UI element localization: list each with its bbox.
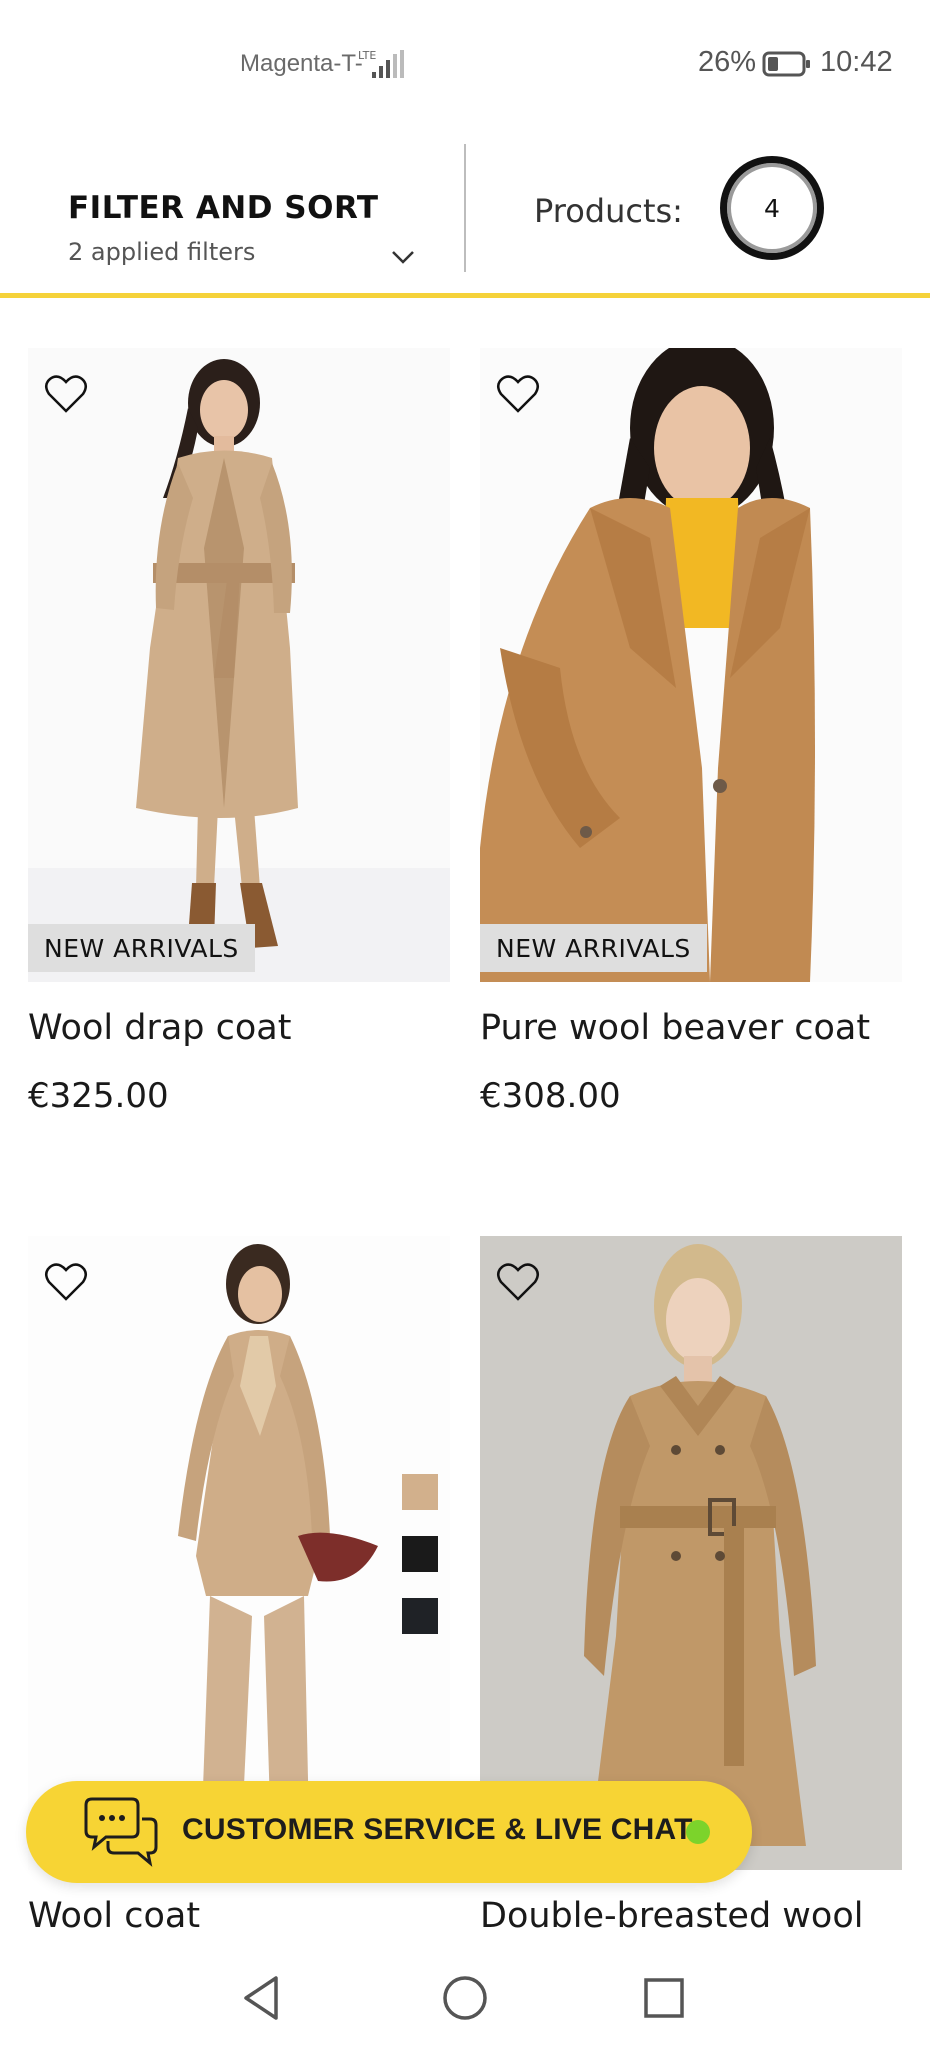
chevron-down-icon — [392, 251, 414, 264]
recents-icon[interactable] — [636, 1970, 692, 2026]
carrier-name: Magenta-T- — [240, 50, 363, 77]
back-icon[interactable] — [236, 1970, 292, 2026]
product-image[interactable] — [480, 1236, 902, 1870]
product-name[interactable]: Wool drap coat — [28, 1008, 291, 1048]
header-accent-line — [0, 293, 930, 298]
applied-filters-count: 2 applied filters — [68, 238, 256, 266]
product-name[interactable]: Wool coat — [28, 1896, 200, 1936]
product-card[interactable]: NEW ARRIVALS Wool drap coat €325.00 — [28, 348, 450, 1148]
color-swatches — [402, 1474, 438, 1660]
swatch-dark-navy[interactable] — [402, 1598, 438, 1634]
wishlist-heart-icon[interactable] — [488, 364, 548, 424]
model-illustration — [28, 1236, 450, 1870]
home-icon[interactable] — [437, 1970, 493, 2026]
online-status-dot — [686, 1820, 710, 1844]
filter-header: FILTER AND SORT 2 applied filters Produc… — [0, 140, 930, 300]
product-price: €325.00 — [28, 1076, 169, 1116]
product-name[interactable]: Pure wool beaver coat — [480, 1008, 870, 1048]
model-illustration — [28, 348, 450, 982]
signal-icon: LTE — [358, 49, 404, 78]
header-divider — [464, 144, 466, 272]
filter-title: FILTER AND SORT — [68, 190, 379, 226]
new-arrivals-badge: NEW ARRIVALS — [28, 924, 255, 972]
products-label: Products: — [534, 192, 683, 230]
new-arrivals-badge: NEW ARRIVALS — [480, 924, 707, 972]
product-name[interactable]: Double-breasted wool — [480, 1896, 863, 1936]
product-image[interactable] — [480, 348, 902, 982]
products-count-badge: 4 — [720, 156, 824, 260]
filter-and-sort-button[interactable]: FILTER AND SORT 2 applied filters — [68, 190, 428, 280]
status-bar: Magenta-T- LTE 26% 10:42 — [0, 0, 930, 120]
battery-percent: 26% — [698, 46, 757, 78]
network-type: LTE — [358, 49, 376, 62]
chat-bubbles-icon — [84, 1797, 158, 1867]
battery-icon — [762, 51, 810, 77]
product-price: €308.00 — [480, 1076, 621, 1116]
customer-service-chat-button[interactable]: CUSTOMER SERVICE & LIVE CHAT — [26, 1781, 752, 1883]
chat-label: CUSTOMER SERVICE & LIVE CHAT — [182, 1813, 693, 1846]
swatch-camel[interactable] — [402, 1474, 438, 1510]
swatch-black[interactable] — [402, 1536, 438, 1572]
wishlist-heart-icon[interactable] — [488, 1252, 548, 1312]
system-nav-bar — [0, 1948, 930, 2048]
product-image[interactable] — [28, 348, 450, 982]
wishlist-heart-icon[interactable] — [36, 1252, 96, 1312]
wishlist-heart-icon[interactable] — [36, 364, 96, 424]
product-image[interactable] — [28, 1236, 450, 1870]
model-illustration — [480, 348, 902, 982]
product-card[interactable]: NEW ARRIVALS Pure wool beaver coat €308.… — [480, 348, 902, 1148]
clock: 10:42 — [820, 46, 893, 78]
model-illustration — [480, 1236, 902, 1870]
